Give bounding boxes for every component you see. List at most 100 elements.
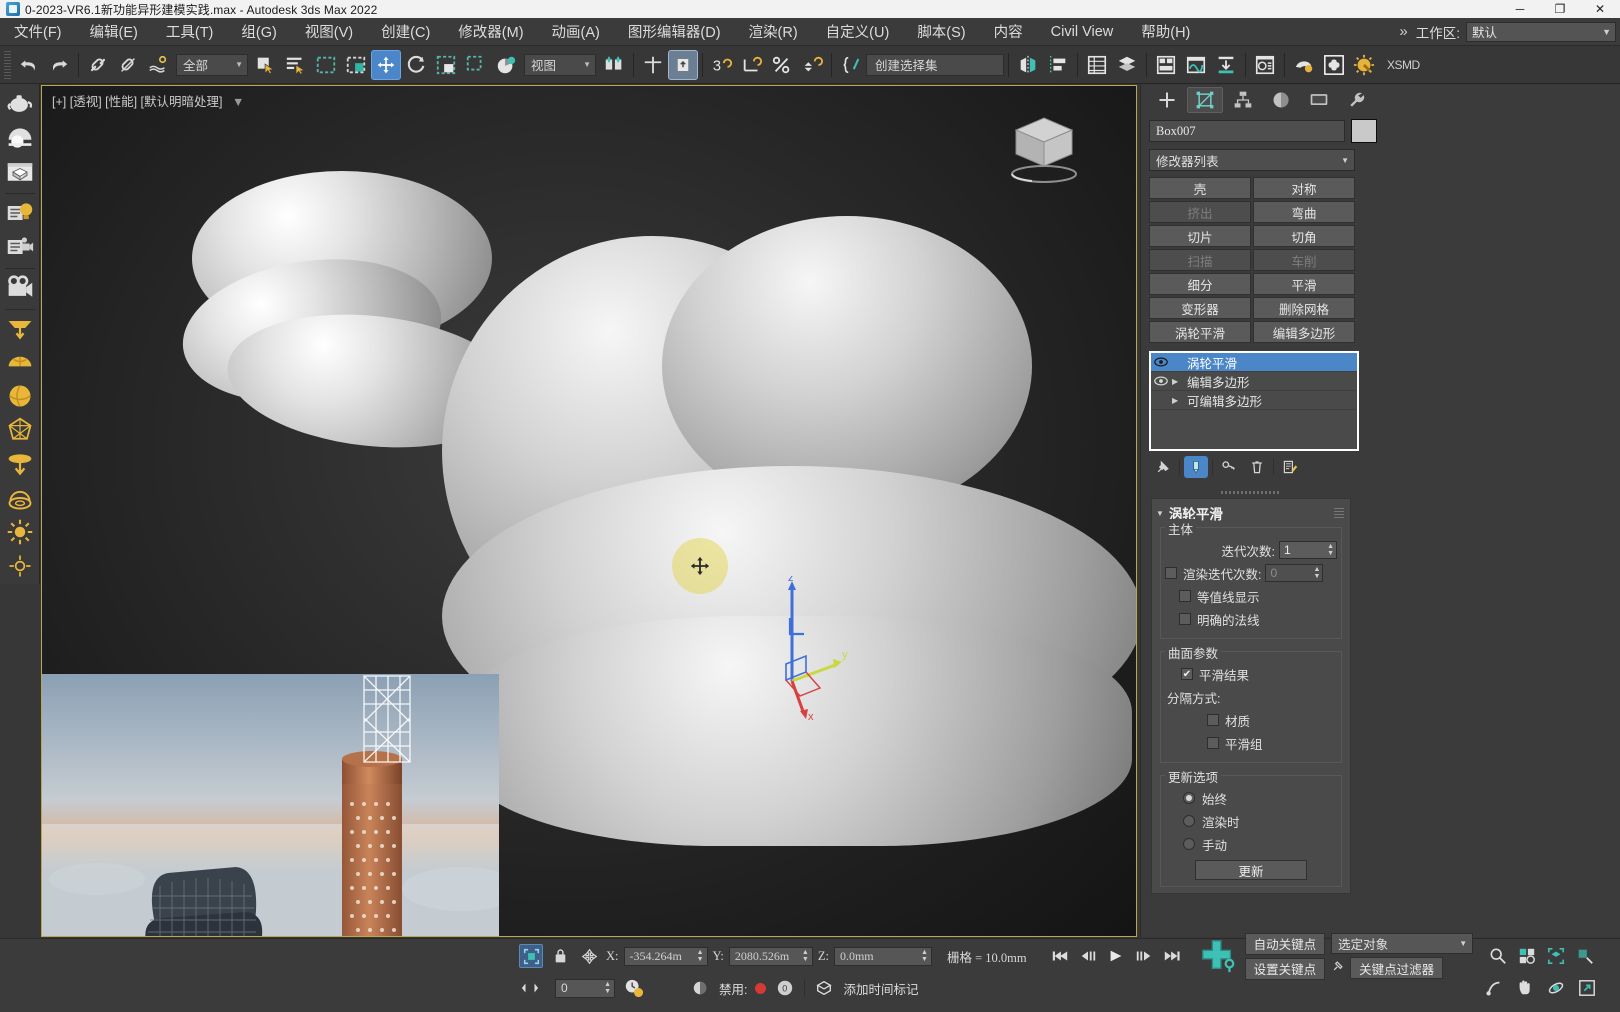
modifier-button-edit-poly[interactable]: 编辑多边形 [1253, 321, 1355, 343]
modifier-button-smooth[interactable]: 平滑 [1253, 273, 1355, 295]
play-animation-button[interactable] [1105, 945, 1127, 967]
auto-key-button[interactable]: 自动关键点 [1245, 933, 1326, 955]
select-object-icon[interactable] [251, 50, 281, 80]
layer-explorer-icon[interactable] [1082, 50, 1112, 80]
view-cube[interactable] [994, 108, 1094, 188]
bind-to-space-warp-icon[interactable] [143, 50, 173, 80]
close-button[interactable]: ✕ [1580, 0, 1620, 18]
stack-item-editable-poly[interactable]: ▶ 可编辑多边形 [1151, 391, 1357, 410]
transform-gizmo-icon[interactable] [491, 50, 521, 80]
update-button[interactable]: 更新 [1195, 860, 1307, 880]
separate-material-checkbox[interactable] [1207, 714, 1219, 726]
go-to-end-button[interactable] [1161, 945, 1183, 967]
row-explicit-normals[interactable]: 明确的法线 [1165, 609, 1337, 629]
chevron-right-icon[interactable]: ▶ [1172, 396, 1183, 405]
modifier-button-morpher[interactable]: 变形器 [1149, 297, 1251, 319]
camera-panel-icon[interactable] [3, 231, 37, 263]
chevron-right-icon[interactable]: ▶ [1172, 377, 1183, 386]
create-tab[interactable] [1149, 87, 1185, 113]
make-unique-icon[interactable] [1217, 456, 1241, 478]
angle-snap-toggle-icon[interactable] [668, 50, 698, 80]
snap-3d-icon[interactable]: 3 [707, 50, 737, 80]
configure-modifier-sets-icon[interactable] [1278, 456, 1302, 478]
stack-item-turbosmooth[interactable]: 涡轮平滑 [1151, 353, 1357, 372]
teapot-primitive-icon[interactable] [3, 88, 37, 120]
selection-filter-dropdown[interactable]: 全部 ▼ [176, 54, 248, 76]
row-smooth-result[interactable]: ✔ 平滑结果 [1165, 664, 1337, 684]
menu-customize[interactable]: 自定义(U) [812, 18, 904, 46]
daylight-icon[interactable] [3, 550, 37, 582]
box-primitive-icon[interactable] [3, 156, 37, 188]
shapes-icon[interactable] [3, 122, 37, 154]
modifier-button-symmetry[interactable]: 对称 [1253, 177, 1355, 199]
row-update-manual[interactable]: 手动 [1165, 834, 1337, 854]
scene-explorer-icon[interactable] [1112, 50, 1142, 80]
unlink-selection-icon[interactable] [113, 50, 143, 80]
modifier-button-chamfer[interactable]: 切角 [1253, 225, 1355, 247]
go-to-start-button[interactable] [1049, 945, 1071, 967]
menu-animation[interactable]: 动画(A) [538, 18, 614, 46]
sphere-primitive-icon[interactable] [3, 380, 37, 412]
coord-x-field[interactable]: -354.264m ▲▼ [624, 947, 708, 966]
edit-named-selection-sets-icon[interactable] [836, 50, 866, 80]
separate-smoothing-group-checkbox[interactable] [1207, 737, 1219, 749]
workspace-select[interactable]: 默认 ▼ [1466, 22, 1616, 42]
modifier-button-slice[interactable]: 切片 [1149, 225, 1251, 247]
lock-icon[interactable] [548, 944, 572, 968]
spinner-arrows-icon[interactable]: ▲▼ [921, 949, 928, 963]
menu-content[interactable]: 内容 [980, 18, 1037, 46]
time-configuration-icon[interactable] [623, 977, 645, 999]
undo-icon[interactable] [14, 50, 44, 80]
select-and-rotate-icon[interactable] [401, 50, 431, 80]
menu-civil-view[interactable]: Civil View [1037, 18, 1128, 46]
hedra-primitive-icon[interactable] [3, 414, 37, 446]
eye-icon[interactable] [1153, 356, 1168, 369]
time-tag-label[interactable]: 添加时间标记 [843, 979, 918, 998]
next-frame-button[interactable] [1133, 945, 1155, 967]
key-mode-toggle-icon[interactable] [519, 977, 541, 999]
select-by-name-icon[interactable] [281, 50, 311, 80]
schematic-view-icon[interactable] [1211, 50, 1241, 80]
named-selection-sets-field[interactable]: 创建选择集 [866, 54, 1004, 76]
modify-tab[interactable] [1187, 87, 1223, 113]
snaps-toggle-icon[interactable] [638, 50, 668, 80]
zoom-region-icon[interactable] [1574, 945, 1596, 967]
modifier-button-bend[interactable]: 弯曲 [1253, 201, 1355, 223]
select-and-link-icon[interactable] [83, 50, 113, 80]
rectangular-selection-region-icon[interactable] [311, 50, 341, 80]
modifier-button-shell[interactable]: 壳 [1149, 177, 1251, 199]
select-and-scale-icon[interactable] [431, 50, 461, 80]
row-separate-smoothing-group[interactable]: 平滑组 [1165, 733, 1337, 753]
menu-rendering[interactable]: 渲染(R) [735, 18, 812, 46]
sunlight-icon[interactable] [3, 516, 37, 548]
minimize-button[interactable]: ─ [1500, 0, 1540, 18]
pin-stack-icon[interactable] [1151, 456, 1175, 478]
zoom-icon[interactable] [1487, 945, 1509, 967]
dome-primitive-icon[interactable] [3, 346, 37, 378]
explicit-normals-checkbox[interactable] [1179, 613, 1191, 625]
select-and-place-icon[interactable] [461, 50, 491, 80]
selection-lock-icon[interactable] [577, 944, 601, 968]
stack-item-edit-poly[interactable]: ▶ 编辑多边形 [1151, 372, 1357, 391]
window-crossing-toggle-icon[interactable] [341, 50, 371, 80]
zoom-extents-icon[interactable] [1545, 945, 1567, 967]
hierarchy-tab[interactable] [1225, 87, 1261, 113]
row-isoline-display[interactable]: 等值线显示 [1165, 586, 1337, 606]
previous-frame-button[interactable] [1077, 945, 1099, 967]
object-name-field[interactable]: Box007 [1149, 120, 1345, 142]
remove-modifier-icon[interactable] [1245, 456, 1269, 478]
key-info-icon[interactable]: 0 [774, 977, 796, 999]
spinner-arrows-icon[interactable]: ▲▼ [802, 949, 809, 963]
menu-modifiers[interactable]: 修改器(M) [444, 18, 537, 46]
modifier-button-sweep[interactable]: 扫描 [1149, 249, 1251, 271]
viewport-label[interactable]: [+] [透视] [性能] [默认明暗处理] ▼ [52, 91, 244, 110]
percent-snap-icon[interactable] [767, 50, 797, 80]
camera-icon[interactable] [3, 272, 37, 304]
modifier-list-dropdown[interactable]: 修改器列表 ▼ [1149, 149, 1355, 171]
coord-y-field[interactable]: 2080.526m ▲▼ [729, 947, 813, 966]
spinner-arrows-icon[interactable]: ▲▼ [697, 949, 704, 963]
menu-overflow-icon[interactable]: » [1391, 23, 1415, 40]
spinner-arrows-icon[interactable]: ▲▼ [604, 981, 611, 995]
row-update-render[interactable]: 渲染时 [1165, 811, 1337, 831]
spinner-snap-icon[interactable] [797, 50, 827, 80]
